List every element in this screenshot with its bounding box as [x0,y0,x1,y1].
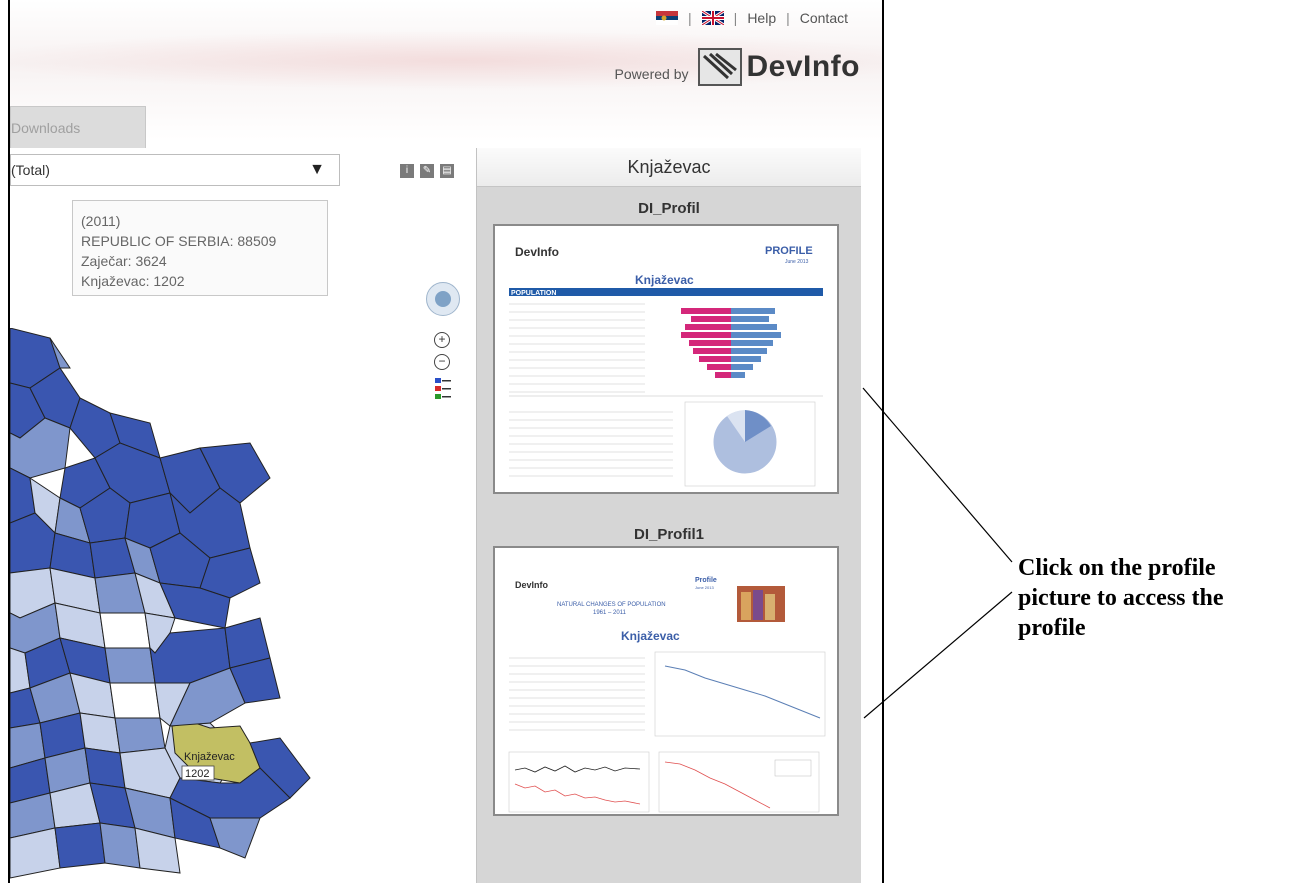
map-area: (Total) ▼ i ✎ ▤ (2011) REPUBLIC OF SERBI… [10,148,477,883]
profile-thumbnail-2[interactable]: DevInfo Profile June 2013 NATURAL CHANGE… [493,546,839,816]
svg-text:NATURAL CHANGES OF POPULATION: NATURAL CHANGES OF POPULATION [557,602,666,608]
tooltip-district: Zaječar: 3624 [81,253,167,269]
profile-title-2: DI_Profil1 [633,526,705,543]
powered-by: Powered by DevInfo [615,48,860,86]
top-links: | | Help | Contact [656,9,848,27]
profile-panel: Knjaževac DI_Profil DevInfo PROFILE June… [476,148,861,883]
serbian-flag-icon[interactable] [656,11,679,25]
tab-downloads-label: Downloads [11,120,81,136]
map-label-name: Knjaževac [184,751,235,763]
map-region [209,817,261,859]
profile-title-1: DI_Profil [638,200,700,217]
indicator-select[interactable]: (Total) ▼ [10,154,340,186]
indicator-select-value: (Total) [11,162,50,178]
separator: | [688,10,692,26]
map-region [84,747,126,789]
choropleth-map[interactable]: Knjaževac 1202 [10,328,340,883]
devinfo-logo-icon [698,48,743,86]
tab-downloads[interactable]: Downloads [10,106,146,148]
layers-icon[interactable] [435,378,451,406]
svg-text:POPULATION: POPULATION [511,290,556,297]
annotation-line-1: Click on the profile [1018,555,1216,581]
profile-preview-2[interactable]: DevInfo Profile June 2013 NATURAL CHANGE… [495,548,837,814]
map-region [54,822,106,869]
export-icon[interactable]: ▤ [440,164,454,178]
annotation-callout: Click on the profile picture to access t… [1018,553,1308,643]
devinfo-logo[interactable]: DevInfo [698,48,860,86]
svg-text:Knjaževac: Knjaževac [635,273,694,287]
svg-text:DevInfo: DevInfo [515,580,549,590]
info-icon[interactable]: i [400,164,414,178]
zoom-in-icon[interactable]: + [434,332,450,348]
annotation-line-3: profile [1018,615,1086,641]
pan-control-icon[interactable] [426,282,460,316]
svg-text:Profile: Profile [695,577,717,584]
svg-text:DevInfo: DevInfo [515,245,559,259]
powered-by-text: Powered by [614,66,689,82]
map-region [104,647,156,684]
tooltip-year: (2011) [81,213,121,229]
svg-text:PROFILE: PROFILE [765,245,813,257]
help-link[interactable]: Help [747,10,776,26]
map-region [99,612,151,649]
uk-flag-icon[interactable] [700,9,725,27]
tooltip-municipality: Knjaževac: 1202 [81,273,185,289]
zoom-out-icon[interactable]: − [434,354,450,370]
map-tooltip: (2011) REPUBLIC OF SERBIA: 88509 Zaječar… [72,200,328,296]
map-region [99,822,141,869]
profile-thumbnail-1[interactable]: DevInfo PROFILE June 2013 Knjaževac POPU… [493,224,839,494]
map-tools: i ✎ ▤ [400,164,454,178]
profile-preview-1[interactable]: DevInfo PROFILE June 2013 Knjaževac POPU… [495,226,837,492]
map-region [79,712,121,754]
annotation-line-2: picture to access the [1018,585,1224,611]
separator: | [733,10,738,26]
svg-text:Knjaževac: Knjaževac [621,629,680,643]
contact-link[interactable]: Contact [800,10,848,26]
svg-text:June 2013: June 2013 [785,259,809,265]
map-label-value: 1202 [185,768,209,780]
map-region [109,682,161,719]
edit-icon[interactable]: ✎ [420,164,434,178]
map-region [114,717,166,754]
browser-frame: | | Help | Contact Powered by DevInfo Do… [8,0,884,883]
dropdown-arrow-icon[interactable]: ▼ [309,155,325,185]
tooltip-serbia: REPUBLIC OF SERBIA: 88509 [81,233,277,249]
separator: | [786,10,790,26]
devinfo-logo-text: DevInfo [746,50,860,83]
svg-text:1961 – 2011: 1961 – 2011 [593,610,627,616]
panel-title: Knjaževac [477,148,861,187]
svg-text:June 2013: June 2013 [695,585,714,590]
